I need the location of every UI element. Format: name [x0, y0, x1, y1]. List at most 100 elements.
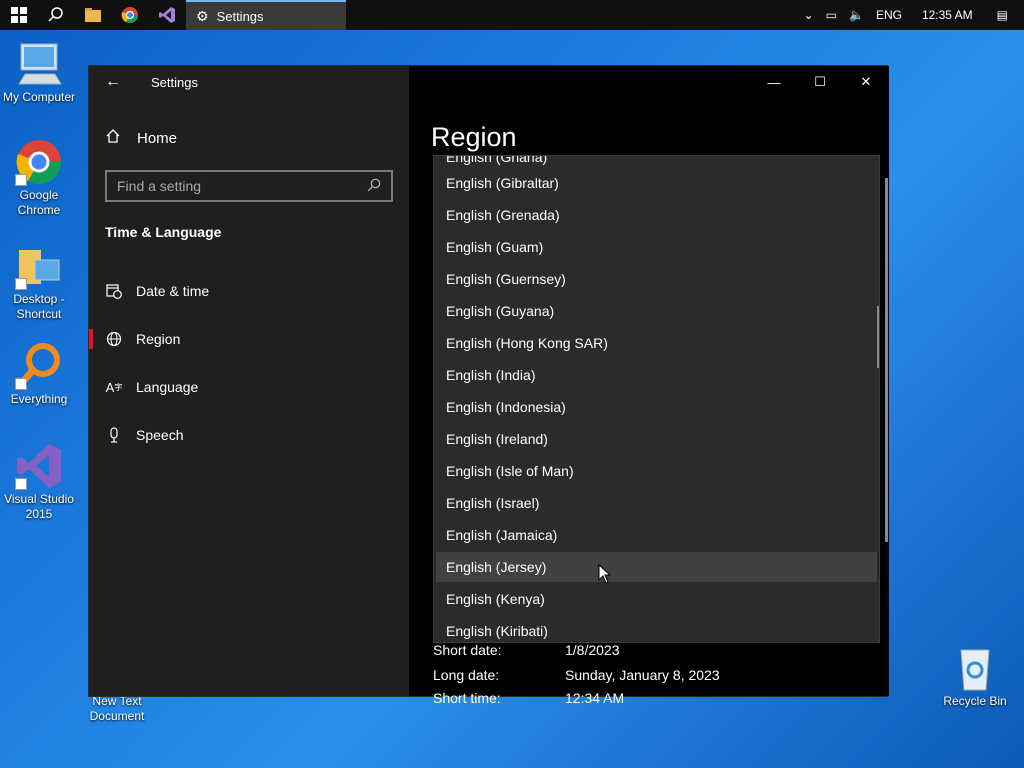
calendar-clock-icon	[105, 283, 123, 299]
start-button[interactable]	[0, 0, 37, 30]
window-title: Settings	[151, 74, 198, 90]
settings-taskbar-button[interactable]: ⚙ Settings	[186, 0, 346, 30]
maximize-icon: ☐	[814, 74, 826, 89]
find-setting-search[interactable]	[105, 170, 393, 202]
dropdown-option[interactable]: English (Guernsey)	[436, 264, 877, 294]
file-explorer-button[interactable]	[74, 0, 111, 30]
folder-icon	[84, 8, 101, 22]
dropdown-scrollbar-thumb[interactable]	[877, 306, 879, 368]
shortcut-arrow-icon	[15, 174, 27, 186]
page-title: Region	[431, 122, 517, 152]
mouse-cursor-icon	[598, 564, 612, 584]
desktop-icon-label: Everything	[10, 392, 68, 406]
format-value: 12:34 AM	[565, 690, 625, 706]
format-row-short-time: Short time: 12:34 AM	[433, 690, 624, 706]
windows-logo-icon	[10, 7, 27, 23]
shortcut-arrow-icon	[15, 278, 27, 290]
taskbar-app-label: Settings	[216, 8, 264, 24]
sidebar-item-language[interactable]: A字 Language	[89, 367, 409, 407]
home-label: Home	[137, 129, 178, 147]
settings-window: ← Settings Home Time & Language Date & t…	[88, 65, 889, 706]
gear-icon: ⚙	[196, 7, 209, 24]
visual-studio-icon	[158, 7, 175, 23]
sidebar-item-home[interactable]: Home	[105, 128, 177, 148]
sidebar-item-date-time[interactable]: Date & time	[89, 271, 409, 311]
sidebar-item-speech[interactable]: Speech	[89, 415, 409, 455]
action-center-icon[interactable]: ▤	[997, 8, 1008, 22]
desktop-icon-label: New Text Document	[89, 694, 145, 723]
desktop-icon-label: Google Chrome	[17, 188, 61, 217]
dropdown-option[interactable]: English (Hong Kong SAR)	[436, 328, 877, 358]
network-icon[interactable]: ▭	[826, 8, 837, 22]
format-label: Long date:	[433, 667, 500, 683]
desktop-icon-desktop-shortcut[interactable]: Desktop - Shortcut	[0, 242, 78, 322]
back-button[interactable]: ←	[89, 66, 137, 98]
dropdown-option[interactable]: English (India)	[436, 360, 877, 390]
desktop-icon-new-text-document[interactable]: New Text Document	[78, 694, 156, 724]
home-icon	[105, 128, 125, 148]
desktop-icon-recycle-bin[interactable]: Recycle Bin	[936, 644, 1014, 709]
sidebar-item-label: Date & time	[136, 283, 210, 299]
chrome-icon	[121, 7, 138, 24]
desktop-icon-label: My Computer	[2, 90, 76, 104]
dropdown-option[interactable]: English (Grenada)	[436, 200, 877, 230]
minimize-icon: —	[767, 74, 781, 90]
sidebar-item-label: Region	[136, 331, 181, 347]
dropdown-option[interactable]: English (Isle of Man)	[436, 456, 877, 486]
desktop-icon-label: Visual Studio 2015	[4, 492, 74, 521]
format-value: Sunday, January 8, 2023	[565, 667, 720, 683]
desktop-icon-visual-studio[interactable]: Visual Studio 2015	[0, 442, 78, 522]
dropdown-option[interactable]: English (Guyana)	[436, 296, 877, 326]
desktop-icon-label: Desktop - Shortcut	[13, 292, 65, 321]
back-arrow-icon: ←	[105, 73, 121, 90]
desktop-icon-label: Recycle Bin	[943, 694, 1007, 708]
dropdown-option[interactable]: English (Gibraltar)	[436, 168, 877, 198]
section-heading: Time & Language	[105, 224, 222, 240]
format-row-short-date: Short date: 1/8/2023	[433, 642, 620, 658]
sidebar: ← Settings Home Time & Language Date & t…	[89, 66, 409, 696]
visual-studio-taskbar-button[interactable]	[148, 0, 185, 30]
format-label: Short time:	[433, 690, 501, 706]
format-value: 1/8/2023	[565, 642, 620, 658]
desktop-icon-my-computer[interactable]: My Computer	[0, 40, 78, 105]
maximize-button[interactable]: ☐	[797, 66, 843, 98]
chevron-up-icon[interactable]: ⌄	[804, 8, 814, 22]
globe-icon	[105, 331, 123, 347]
close-icon: ✕	[860, 74, 872, 89]
dropdown-option-hovered[interactable]: English (Jersey)	[436, 552, 877, 582]
search-icon[interactable]	[367, 178, 381, 195]
format-row-long-date: Long date: Sunday, January 8, 2023	[433, 667, 720, 683]
dropdown-option[interactable]: English (Kiribati)	[436, 616, 877, 642]
chrome-taskbar-button[interactable]	[111, 0, 148, 30]
recycle-bin-icon	[960, 649, 990, 691]
shortcut-arrow-icon	[15, 478, 27, 490]
shortcut-arrow-icon	[15, 378, 27, 390]
dropdown-option[interactable]: English (Indonesia)	[436, 392, 877, 422]
sidebar-item-region[interactable]: Region	[89, 319, 409, 359]
search-input[interactable]	[117, 178, 367, 194]
dropdown-option[interactable]: English (Israel)	[436, 488, 877, 518]
dropdown-option[interactable]: English (Guam)	[436, 232, 877, 262]
dropdown-option[interactable]: English (Jamaica)	[436, 520, 877, 550]
clock[interactable]: 12:35 AM	[922, 8, 973, 22]
microphone-icon	[105, 427, 123, 443]
sidebar-item-label: Language	[136, 379, 199, 395]
region-dropdown-list[interactable]: English (Ghana) English (Gibraltar) Engl…	[433, 155, 880, 643]
language-icon: A字	[105, 379, 123, 395]
search-button[interactable]	[37, 0, 74, 30]
system-tray: ⌄ ▭ 🔈 ENG 12:35 AM ▤	[798, 0, 1024, 30]
window-controls: — ☐ ✕	[751, 66, 889, 98]
content-pane: — ☐ ✕ Region Short date: 1/8/2023 Long d…	[409, 66, 889, 706]
close-button[interactable]: ✕	[843, 66, 889, 98]
dropdown-option[interactable]: English (Kenya)	[436, 584, 877, 614]
desktop-icon-everything[interactable]: Everything	[0, 342, 78, 407]
input-language[interactable]: ENG	[876, 8, 902, 22]
dropdown-option[interactable]: English (Ireland)	[436, 424, 877, 454]
desktop-icon-google-chrome[interactable]: Google Chrome	[0, 138, 78, 218]
minimize-button[interactable]: —	[751, 66, 797, 98]
taskbar: ⚙ Settings ⌄ ▭ 🔈 ENG 12:35 AM ▤	[0, 0, 1024, 30]
volume-icon[interactable]: 🔈	[849, 8, 864, 22]
title-bar: ← Settings	[89, 66, 409, 98]
content-scrollbar[interactable]	[885, 178, 888, 542]
computer-icon	[18, 43, 62, 85]
